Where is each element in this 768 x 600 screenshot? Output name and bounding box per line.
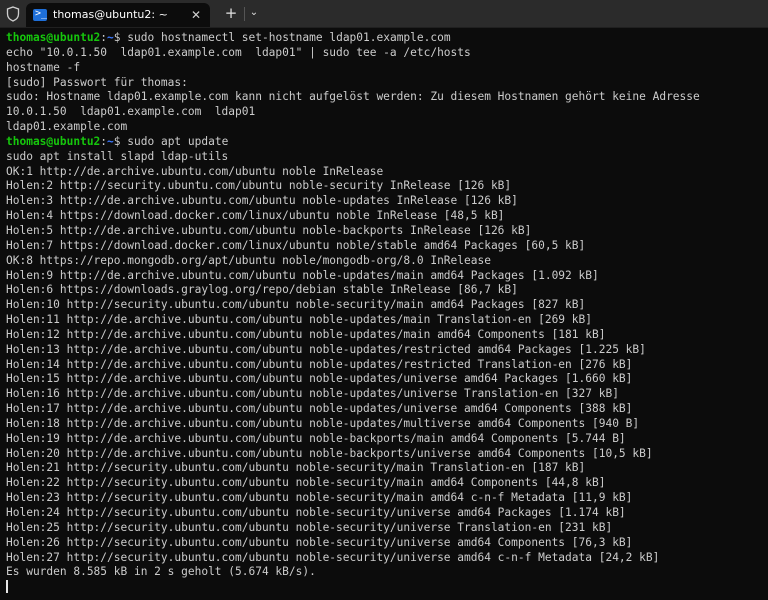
terminal-line: Holen:21 http://security.ubuntu.com/ubun… (6, 461, 586, 475)
output-block: sudo apt install slapd ldap-utils OK:1 ht… (6, 150, 768, 580)
terminal-line: Holen:3 http://de.archive.ubuntu.com/ubu… (6, 194, 518, 208)
text-cursor (6, 580, 8, 594)
prompt-path: ~ (107, 31, 114, 44)
terminal-line: Holen:19 http://de.archive.ubuntu.com/ub… (6, 431, 626, 445)
terminal-line: Holen:23 http://security.ubuntu.com/ubun… (6, 491, 633, 505)
divider (244, 7, 245, 21)
terminal-line: echo "10.0.1.50 ldap01.example.com ldap0… (6, 45, 471, 59)
terminal-line: Holen:4 https://download.docker.com/linu… (6, 209, 505, 223)
terminal-line: Holen:22 http://security.ubuntu.com/ubun… (6, 476, 606, 490)
prompt-suffix: $ (113, 31, 128, 44)
prompt-suffix: $ (113, 134, 128, 148)
terminal-line: OK:1 http://de.archive.ubuntu.com/ubuntu… (6, 164, 384, 178)
terminal-line: Holen:25 http://security.ubuntu.com/ubun… (6, 520, 613, 534)
terminal-line: Holen:9 http://de.archive.ubuntu.com/ubu… (6, 268, 599, 282)
shield-icon[interactable] (6, 6, 20, 22)
terminal-line: Holen:20 http://de.archive.ubuntu.com/ub… (6, 446, 653, 460)
terminal-line: Holen:18 http://de.archive.ubuntu.com/ub… (6, 416, 640, 430)
terminal-line: Holen:5 http://de.archive.ubuntu.com/ubu… (6, 223, 532, 237)
command-text: sudo apt update (127, 134, 229, 148)
close-tab-icon[interactable]: ✕ (191, 3, 201, 27)
prompt-line: thomas@ubuntu2:~$ sudo apt update (6, 135, 768, 150)
terminal-tab[interactable]: >_ thomas@ubuntu2: ~ ✕ (26, 3, 210, 27)
terminal-line: OK:8 https://repo.mongodb.org/apt/ubuntu… (6, 253, 491, 267)
chevron-down-icon[interactable]: ⌄ (247, 2, 261, 24)
terminal-line: Holen:24 http://security.ubuntu.com/ubun… (6, 506, 626, 519)
terminal-line: Es wurden 8.585 kB in 2 s geholt (5.674 … (6, 565, 316, 579)
command-text: sudo hostnamectl set-hostname ldap01.exa… (127, 31, 451, 44)
prompt-line: thomas@ubuntu2:~$ sudo hostnamectl set-h… (6, 31, 768, 46)
terminal-line: Holen:2 http://security.ubuntu.com/ubunt… (6, 179, 512, 193)
terminal-line: Holen:11 http://de.archive.ubuntu.com/ub… (6, 313, 592, 327)
terminal-line: sudo apt install slapd ldap-utils (6, 149, 229, 163)
terminal-line: Holen:10 http://security.ubuntu.com/ubun… (6, 298, 586, 312)
terminal-line: Holen:16 http://de.archive.ubuntu.com/ub… (6, 387, 619, 401)
terminal-line: Holen:13 http://de.archive.ubuntu.com/ub… (6, 342, 646, 356)
terminal-line: Holen:26 http://security.ubuntu.com/ubun… (6, 535, 633, 549)
prompt-user-host: thomas@ubuntu2 (6, 31, 101, 44)
terminal-line: Holen:17 http://de.archive.ubuntu.com/ub… (6, 402, 633, 416)
terminal-line: Holen:7 https://download.docker.com/linu… (6, 238, 586, 252)
new-tab-button[interactable]: + (221, 2, 241, 24)
terminal-line: 10.0.1.50 ldap01.example.com ldap01 (6, 105, 256, 119)
terminal-line: hostname -f (6, 60, 81, 74)
terminal-line: Holen:15 http://de.archive.ubuntu.com/ub… (6, 372, 633, 386)
output-block: echo "10.0.1.50 ldap01.example.com ldap0… (6, 46, 768, 135)
prompt-user-host: thomas@ubuntu2 (6, 134, 101, 148)
terminal-icon: >_ (33, 9, 47, 21)
terminal-output[interactable]: thomas@ubuntu2:~$ sudo hostnamectl set-h… (6, 31, 768, 600)
prompt-path: ~ (107, 134, 114, 148)
terminal-line: [sudo] Passwort für thomas: (6, 75, 188, 89)
terminal-line: Holen:6 https://downloads.graylog.org/re… (6, 283, 518, 297)
terminal-line: Holen:12 http://de.archive.ubuntu.com/ub… (6, 327, 606, 341)
terminal-line: Holen:27 http://security.ubuntu.com/ubun… (6, 550, 660, 564)
terminal-line: ldap01.example.com (6, 120, 128, 134)
terminal-line: Holen:14 http://de.archive.ubuntu.com/ub… (6, 357, 633, 371)
title-bar: >_ thomas@ubuntu2: ~ ✕ + ⌄ (0, 0, 768, 28)
tab-title: thomas@ubuntu2: ~ (53, 8, 168, 21)
cursor-line (6, 580, 768, 595)
terminal-line: sudo: Hostname ldap01.example.com kann n… (6, 90, 700, 104)
